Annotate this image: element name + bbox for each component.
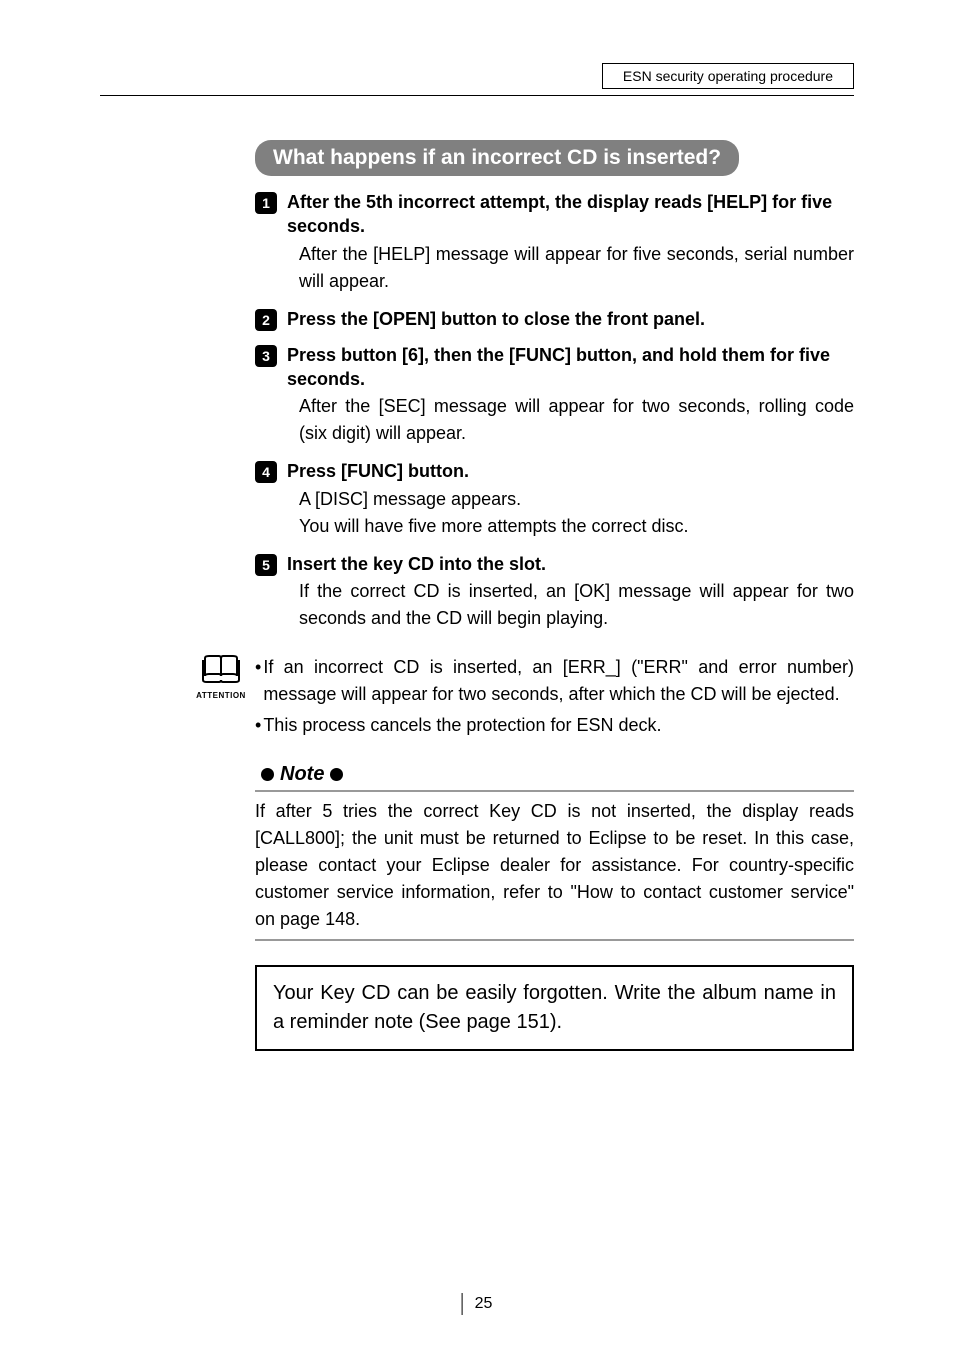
section-title: What happens if an incorrect CD is inser…: [255, 140, 739, 176]
step-body: Press button [6], then the [FUNC] button…: [287, 343, 854, 448]
content-area: What happens if an incorrect CD is inser…: [255, 140, 854, 1051]
reminder-text: Your Key CD can be easily forgotten. Wri…: [273, 982, 836, 1033]
attention-bullet-2: • This process cancels the protection fo…: [255, 712, 854, 739]
step-body: After the 5th incorrect attempt, the dis…: [287, 190, 854, 295]
attention-label: ATTENTION: [195, 691, 247, 700]
step-title: Insert the key CD into the slot.: [287, 552, 854, 576]
step-4: 4 Press [FUNC] button. A [DISC] message …: [255, 459, 854, 539]
header-divider: [100, 95, 854, 96]
step-number-icon: 1: [255, 192, 277, 214]
attention-block: ATTENTION • If an incorrect CD is insert…: [195, 654, 854, 743]
step-2: 2 Press the [OPEN] button to close the f…: [255, 307, 854, 331]
step-3: 3 Press button [6], then the [FUNC] butt…: [255, 343, 854, 448]
step-number-icon: 3: [255, 345, 277, 367]
attention-bullet-text: This process cancels the protection for …: [263, 712, 661, 739]
note-divider-top: [255, 790, 854, 792]
note-section: Note If after 5 tries the correct Key CD…: [255, 763, 854, 941]
step-5: 5 Insert the key CD into the slot. If th…: [255, 552, 854, 632]
page-number: 25: [462, 1293, 493, 1315]
step-1: 1 After the 5th incorrect attempt, the d…: [255, 190, 854, 295]
step-number-icon: 2: [255, 309, 277, 331]
step-desc: After the [HELP] message will appear for…: [299, 241, 854, 295]
step-title: Press [FUNC] button.: [287, 459, 854, 483]
note-body: If after 5 tries the correct Key CD is n…: [255, 798, 854, 933]
reminder-box: Your Key CD can be easily forgotten. Wri…: [255, 965, 854, 1051]
step-desc: A [DISC] message appears. You will have …: [299, 486, 854, 540]
note-divider-bottom: [255, 939, 854, 941]
step-number-icon: 5: [255, 554, 277, 576]
step-desc: After the [SEC] message will appear for …: [299, 393, 854, 447]
step-number-icon: 4: [255, 461, 277, 483]
note-label: Note: [280, 763, 324, 786]
step-title: After the 5th incorrect attempt, the dis…: [287, 190, 854, 239]
note-circle-left-icon: [261, 768, 274, 781]
step-title: Press button [6], then the [FUNC] button…: [287, 343, 854, 392]
step-body: Insert the key CD into the slot. If the …: [287, 552, 854, 632]
step-body: Press the [OPEN] button to close the fro…: [287, 307, 854, 331]
step-desc: If the correct CD is inserted, an [OK] m…: [299, 578, 854, 632]
book-icon: [201, 654, 241, 684]
attention-icon: ATTENTION: [195, 654, 247, 700]
bullet-dot-icon: •: [255, 654, 261, 708]
step-title: Press the [OPEN] button to close the fro…: [287, 307, 854, 331]
note-circle-right-icon: [330, 768, 343, 781]
attention-bullet-1: • If an incorrect CD is inserted, an [ER…: [255, 654, 854, 708]
header-box: ESN security operating procedure: [602, 63, 854, 89]
attention-bullet-text: If an incorrect CD is inserted, an [ERR_…: [263, 654, 854, 708]
note-header: Note: [255, 763, 854, 786]
attention-text: • If an incorrect CD is inserted, an [ER…: [255, 654, 854, 743]
header-box-text: ESN security operating procedure: [623, 68, 833, 84]
bullet-dot-icon: •: [255, 712, 261, 739]
step-body: Press [FUNC] button. A [DISC] message ap…: [287, 459, 854, 539]
